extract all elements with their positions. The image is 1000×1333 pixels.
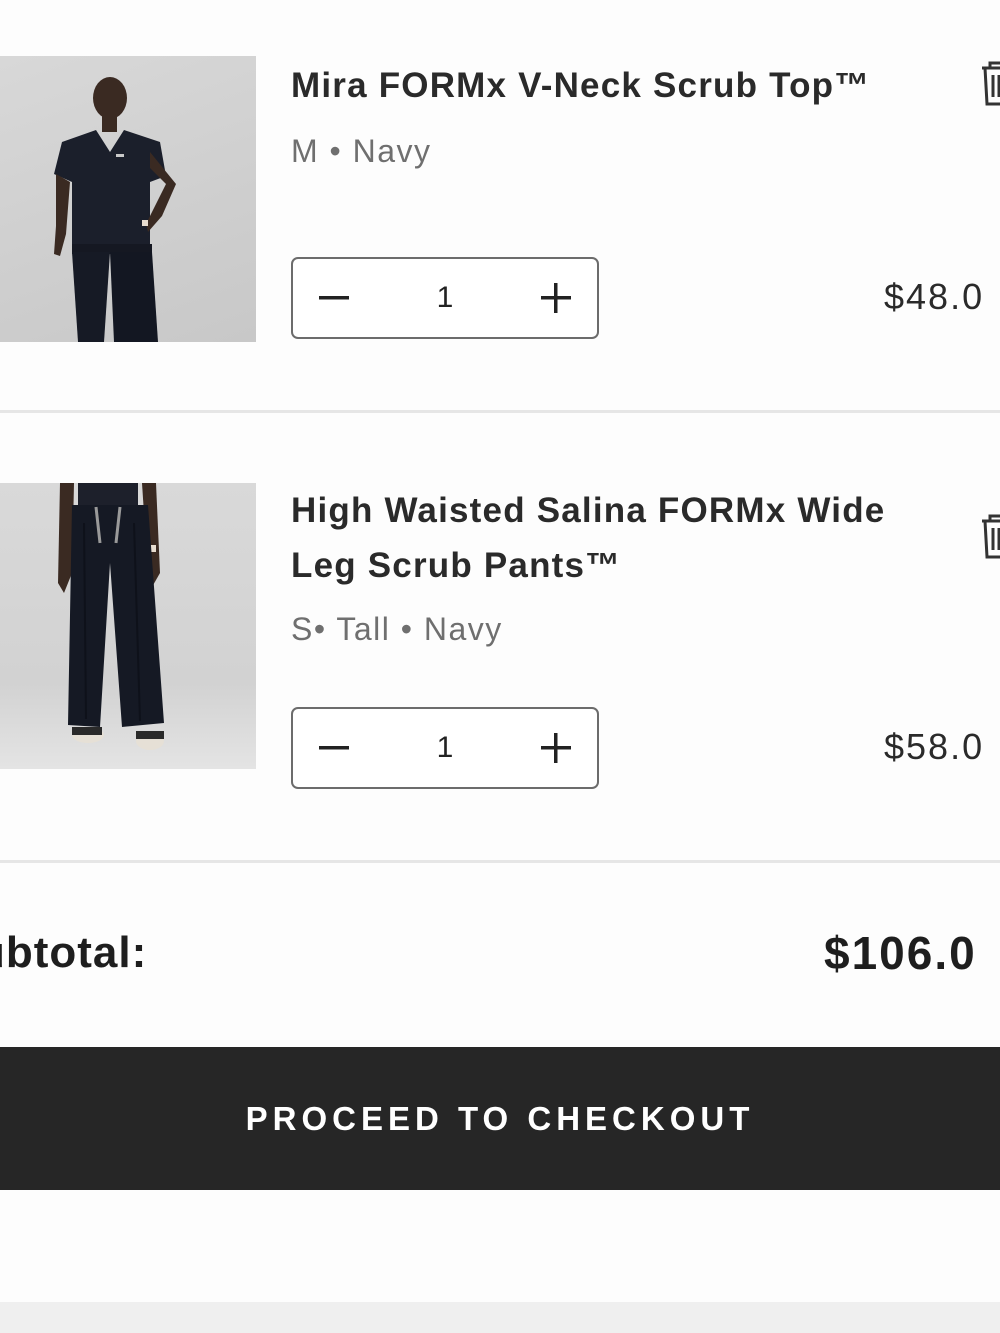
divider	[0, 860, 1000, 863]
scrub-pants-photo	[58, 483, 164, 750]
cart-item: Mira FORMx V-Neck Scrub Top™ M • Navy 1	[0, 0, 1000, 410]
minus-glyph	[319, 746, 349, 750]
item-price: $48.0	[884, 276, 985, 317]
product-image-scrub-top[interactable]	[0, 56, 256, 342]
subtotal-value: $106.0	[824, 927, 977, 979]
quantity-value: 1	[436, 281, 454, 314]
subtotal-label: ubtotal:	[0, 928, 148, 977]
trash-icon-graphic	[982, 61, 1000, 106]
quantity-value: 1	[436, 731, 454, 764]
plus-glyph	[541, 733, 571, 763]
plus-glyph	[541, 283, 571, 313]
product-name[interactable]: High Waisted Salina FORMx Wide Leg Scrub…	[291, 483, 961, 593]
product-variant: M • Navy	[291, 133, 432, 169]
minus-icon[interactable]	[293, 709, 375, 787]
trash-icon-graphic	[982, 514, 1000, 559]
cart-page: Mira FORMx V-Neck Scrub Top™ M • Navy 1	[0, 0, 1000, 1333]
trash-icon[interactable]	[976, 58, 1000, 108]
scrub-top-photo	[54, 77, 176, 342]
product-image-scrub-pants[interactable]	[0, 483, 256, 769]
product-name[interactable]: Mira FORMx V-Neck Scrub Top™	[291, 58, 961, 113]
trash-icon[interactable]	[976, 511, 1000, 561]
cart-item: High Waisted Salina FORMx Wide Leg Scrub…	[0, 413, 1000, 860]
quantity-stepper: 1	[291, 707, 599, 789]
minus-icon[interactable]	[293, 259, 375, 337]
product-variant: S• Tall • Navy	[291, 611, 503, 647]
item-price: $58.0	[884, 726, 985, 767]
minus-glyph	[319, 296, 349, 300]
proceed-to-checkout-button[interactable]: PROCEED TO CHECKOUT	[0, 1047, 1000, 1190]
quantity-stepper: 1	[291, 257, 599, 339]
plus-icon[interactable]	[515, 259, 597, 337]
plus-icon[interactable]	[515, 709, 597, 787]
footer-band	[0, 1302, 1000, 1333]
